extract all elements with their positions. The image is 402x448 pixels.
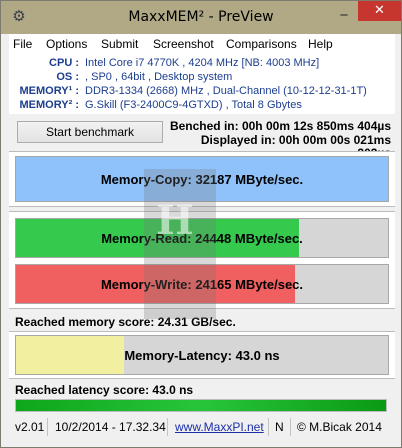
version-text: v2.01 bbox=[15, 420, 45, 434]
menu-submit[interactable]: Submit bbox=[101, 38, 138, 51]
memory-copy-bar: Memory-Copy: 32187 MByte/sec. bbox=[15, 156, 389, 202]
memory1-value: DDR3-1334 (2668) MHz , Dual-Channel (10-… bbox=[85, 85, 367, 97]
title-bar[interactable]: ⚙ MaxxMEM² - PreView _ ✕ bbox=[1, 1, 401, 34]
status-divider bbox=[290, 418, 291, 436]
status-bar: v2.01 10/2/2014 - 17.32.34 www.MaxxPI.ne… bbox=[9, 416, 395, 438]
latency-score: Reached latency score: 43.0 ns bbox=[15, 383, 194, 397]
benched-time: Benched in: 00h 00m 12s 850ms 404µs bbox=[169, 119, 391, 133]
progress-fill bbox=[16, 400, 386, 411]
memory-copy-label: Memory-Copy: 32187 MByte/sec. bbox=[100, 172, 304, 187]
memory-score: Reached memory score: 24.31 GB/sec. bbox=[15, 315, 236, 329]
memory-latency-bar: Memory-Latency: 43.0 ns bbox=[15, 335, 389, 375]
menu-screenshot[interactable]: Screenshot bbox=[153, 38, 214, 51]
copy-panel: Memory-Copy: 32187 MByte/sec. bbox=[9, 151, 395, 207]
progress-bar bbox=[15, 399, 387, 412]
memory-write-bar: Memory-Write: 24165 MByte/sec. bbox=[15, 264, 389, 304]
memory2-value: G.Skill (F3-2400C9-4GTXD) , Total 8 Gbyt… bbox=[85, 99, 302, 111]
status-divider bbox=[167, 418, 168, 436]
cpu-label: CPU : bbox=[49, 57, 79, 69]
memory-read-bar: Memory-Read: 24448 MByte/sec. bbox=[15, 218, 389, 258]
status-flag: N bbox=[275, 420, 284, 434]
menu-bar: File Options Submit Screenshot Compariso… bbox=[9, 34, 395, 53]
benchmark-area: Start benchmark Benched in: 00h 00m 12s … bbox=[9, 114, 395, 160]
os-value: , SP0 , 64bit , Desktop system bbox=[85, 71, 233, 83]
menu-comparisons[interactable]: Comparisons bbox=[226, 38, 297, 51]
datetime-text: 10/2/2014 - 17.32.34 bbox=[55, 420, 166, 434]
system-info: CPU : Intel Core i7 4770K , 4204 MHz [NB… bbox=[9, 53, 395, 114]
minimize-icon[interactable]: _ bbox=[331, 1, 357, 21]
latency-panel: Memory-Latency: 43.0 ns bbox=[9, 331, 395, 379]
os-label: OS : bbox=[56, 71, 79, 83]
status-divider bbox=[268, 418, 269, 436]
memory2-label: MEMORY² : bbox=[19, 99, 79, 111]
memory1-label: MEMORY¹ : bbox=[19, 85, 79, 97]
close-icon[interactable]: ✕ bbox=[358, 1, 401, 21]
cpu-value: Intel Core i7 4770K , 4204 MHz [NB: 4003… bbox=[85, 57, 320, 69]
website-link[interactable]: www.MaxxPI.net bbox=[175, 420, 264, 434]
copyright-text: © M.Bicak 2014 bbox=[297, 420, 382, 434]
menu-options[interactable]: Options bbox=[46, 38, 87, 51]
memory-write-label: Memory-Write: 24165 MByte/sec. bbox=[100, 277, 304, 292]
start-benchmark-button[interactable]: Start benchmark bbox=[17, 121, 163, 143]
menu-help[interactable]: Help bbox=[308, 38, 333, 51]
menu-file[interactable]: File bbox=[13, 38, 32, 51]
memory-latency-label: Memory-Latency: 43.0 ns bbox=[124, 348, 280, 363]
memory-read-label: Memory-Read: 24448 MByte/sec. bbox=[101, 231, 303, 246]
read-write-panel: Memory-Read: 24448 MByte/sec. Memory-Wri… bbox=[9, 211, 395, 309]
status-divider bbox=[47, 418, 48, 436]
app-window: ⚙ MaxxMEM² - PreView _ ✕ File Options Su… bbox=[0, 0, 402, 448]
